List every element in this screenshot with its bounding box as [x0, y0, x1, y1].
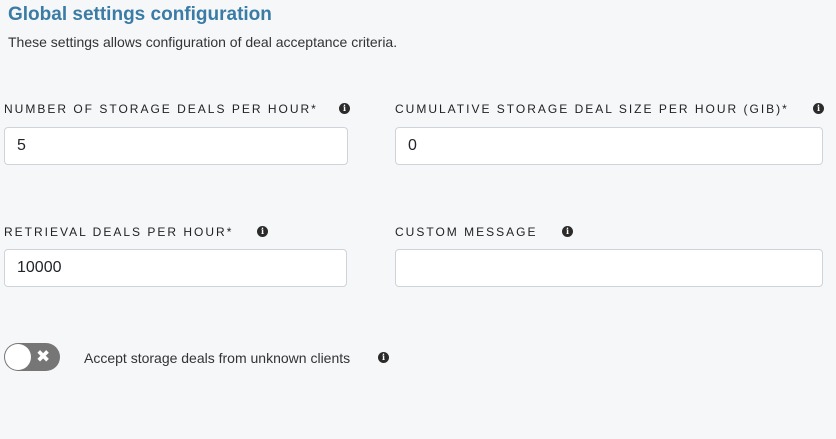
info-icon[interactable]: i	[378, 352, 389, 363]
retrieval-deals-per-hour-input[interactable]	[4, 249, 347, 287]
storage-deals-per-hour-input[interactable]	[4, 127, 348, 165]
toggle-knob	[5, 344, 31, 370]
cumulative-storage-size-label: CUMULATIVE STORAGE DEAL SIZE PER HOUR (G…	[395, 102, 789, 116]
info-icon[interactable]: i	[339, 103, 350, 114]
info-icon[interactable]: i	[562, 226, 573, 237]
close-icon: ✖	[36, 347, 51, 366]
info-icon[interactable]: i	[257, 226, 268, 237]
custom-message-label: CUSTOM MESSAGE	[395, 225, 538, 239]
custom-message-input[interactable]	[395, 249, 823, 287]
retrieval-deals-per-hour-label: RETRIEVAL DEALS PER HOUR*	[4, 225, 234, 239]
cumulative-storage-size-input[interactable]	[395, 127, 823, 165]
page-subtitle: These settings allows configuration of d…	[8, 34, 398, 50]
page-title: Global settings configuration	[8, 4, 272, 25]
info-icon[interactable]: i	[813, 103, 824, 114]
storage-deals-per-hour-label: NUMBER OF STORAGE DEALS PER HOUR*	[4, 102, 318, 116]
unknown-clients-toggle-label: Accept storage deals from unknown client…	[84, 350, 351, 366]
unknown-clients-toggle[interactable]: ✖	[4, 343, 60, 371]
